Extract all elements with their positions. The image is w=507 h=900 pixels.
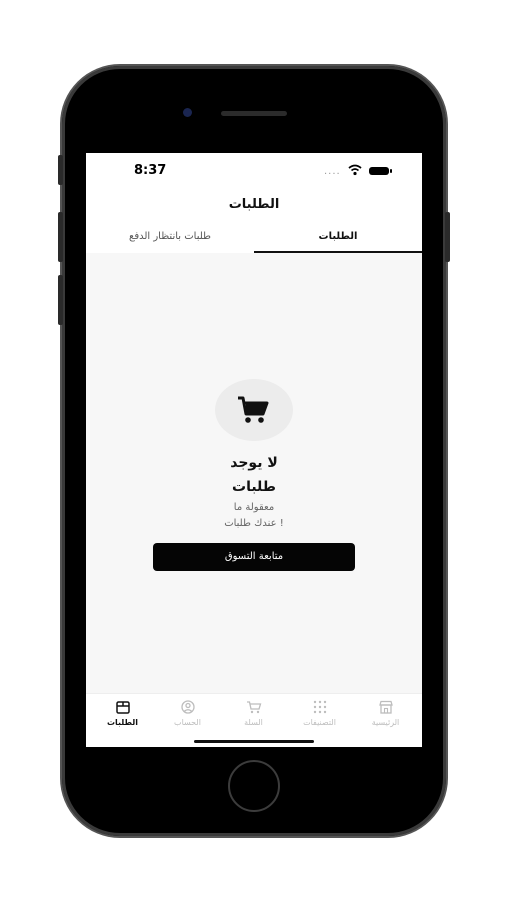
nav-label-cart: السلة (244, 718, 263, 727)
tab-pending-payment[interactable]: طلبات بانتظار الدفع (86, 231, 254, 242)
nav-label-home: الرئيسية (371, 718, 400, 727)
home-indicator (194, 740, 314, 743)
nav-label-account: الحساب (174, 718, 201, 727)
empty-title-line2: طلبات (232, 479, 276, 495)
home-button[interactable] (228, 760, 280, 812)
status-time: 8:37 (134, 163, 167, 178)
cart-icon (246, 701, 261, 714)
nav-item-categories[interactable]: التصنيفات (286, 700, 353, 727)
continue-shopping-button[interactable]: متابعة التسوق (153, 543, 355, 571)
categories-grid-icon (313, 700, 326, 714)
battery-icon (369, 167, 389, 175)
page-title: الطلبات (228, 197, 280, 212)
volume-up-button (58, 212, 63, 262)
signal-dots: .... (324, 166, 341, 177)
front-camera (183, 108, 192, 117)
orders-box-icon (115, 701, 130, 714)
top-bar: 8:37 .... الطلبات الطلبات طلبات بانتظار … (86, 153, 422, 253)
app-screen: 8:37 .... الطلبات الطلبات طلبات بانتظار … (86, 153, 422, 747)
nav-item-home[interactable]: الرئيسية (352, 700, 419, 727)
power-button (445, 212, 450, 262)
earpiece-speaker (221, 111, 287, 116)
nav-label-categories: التصنيفات (303, 718, 336, 727)
mute-switch (58, 155, 63, 185)
empty-subtitle-line2: عندك طلبات ! (224, 518, 284, 529)
store-icon (378, 700, 393, 714)
wifi-icon (348, 164, 362, 176)
nav-item-account[interactable]: الحساب (154, 700, 221, 727)
volume-down-button (58, 275, 63, 325)
tab-orders[interactable]: الطلبات (254, 231, 422, 242)
empty-subtitle-line1: معقولة ما (233, 502, 275, 513)
account-icon (180, 700, 195, 714)
bottom-nav: الطلبات الحساب السلة التصنيفات الرئيسية (86, 693, 422, 747)
nav-item-orders[interactable]: الطلبات (89, 700, 156, 727)
nav-label-orders: الطلبات (106, 718, 139, 727)
empty-title-line1: لا يوجد (230, 455, 278, 471)
shopping-cart-icon (238, 396, 269, 423)
battery-tip (390, 169, 392, 173)
active-tab-indicator (254, 251, 422, 253)
nav-item-cart[interactable]: السلة (220, 700, 287, 727)
